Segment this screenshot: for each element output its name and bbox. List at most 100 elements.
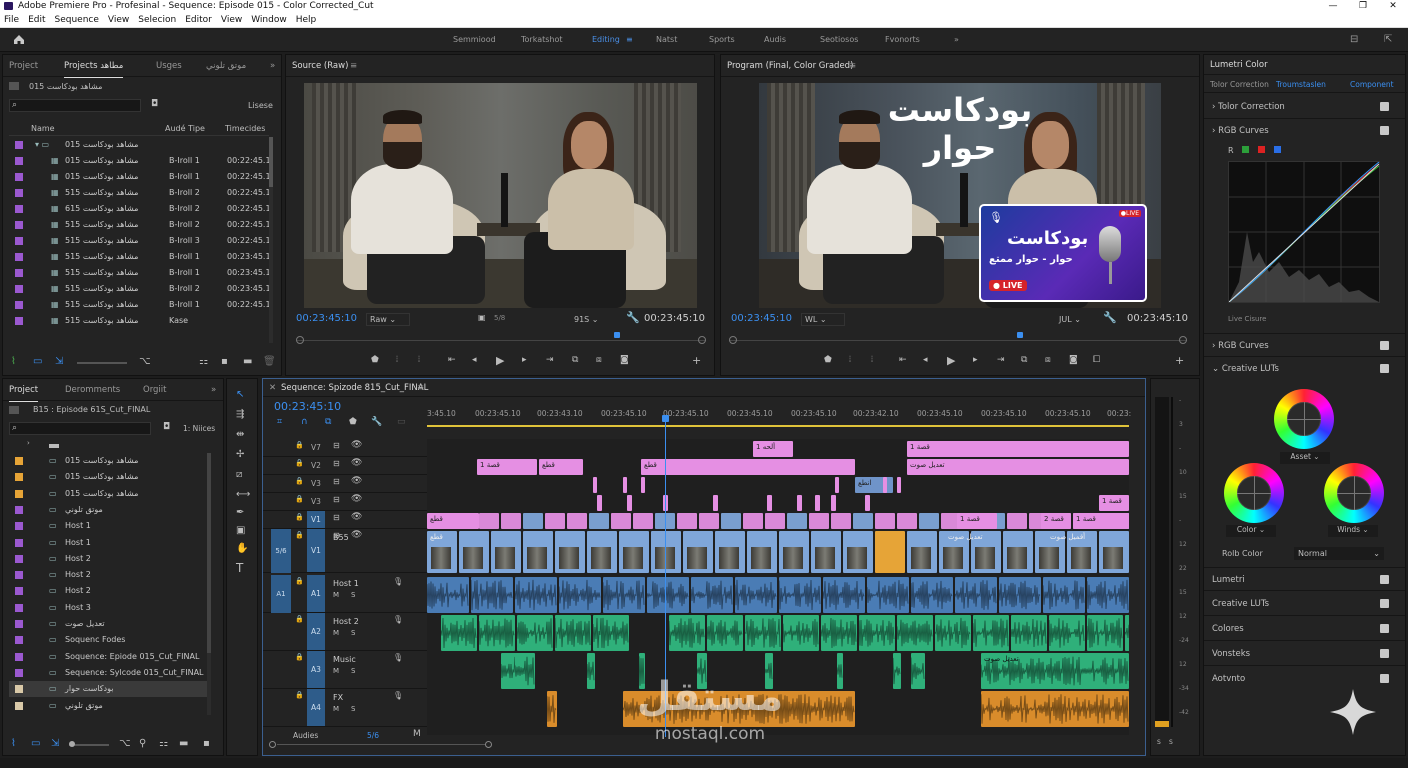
section-rgb-curves[interactable]: › RGB Curves: [1204, 119, 1405, 143]
lock-icon[interactable]: 🔒: [295, 615, 304, 623]
program-monitor-title[interactable]: Program (Final, Color Graded): [727, 55, 853, 77]
sort-label[interactable]: Lisese: [248, 101, 273, 110]
track-target[interactable]: A4: [307, 689, 325, 726]
captions-icon[interactable]: ▭: [397, 417, 406, 427]
workspace-tab-editing[interactable]: Editing: [592, 28, 620, 52]
audio-clip-host2[interactable]: [555, 615, 591, 651]
sync-lock-icon[interactable]: ⊟: [333, 495, 340, 504]
audio-clip-music[interactable]: تعديل صوت: [981, 653, 1129, 689]
project-search-input[interactable]: ⌕: [9, 99, 141, 112]
workspace-tab-8[interactable]: Fvonorts: [885, 28, 920, 52]
audio-clip-host1[interactable]: [955, 577, 997, 613]
title-clip-small[interactable]: [593, 477, 597, 493]
project2-search-input[interactable]: ⌕: [9, 422, 151, 435]
lumetri-tab-3[interactable]: Component: [1350, 80, 1394, 89]
title-clip[interactable]: تعديل صوت: [907, 459, 1129, 475]
source-step-back-icon[interactable]: ◂: [472, 355, 477, 365]
source-in-icon[interactable]: ⦙: [396, 355, 398, 365]
v1-clip[interactable]: [677, 513, 697, 529]
solo-button[interactable]: S: [351, 629, 355, 637]
project2-row[interactable]: ▭ موتق تلوني: [9, 698, 207, 714]
sync-lock-icon[interactable]: ⊟: [333, 513, 340, 522]
source-playhead[interactable]: [614, 332, 620, 338]
program-play-button[interactable]: ▶: [947, 354, 955, 367]
audio-clip-host2[interactable]: [1049, 615, 1085, 651]
source-settings-icon[interactable]: 🔧: [626, 311, 640, 324]
tab-projects-bin[interactable]: Projects مطاهد: [64, 55, 124, 78]
project2-row[interactable]: ▭ Host 3: [9, 600, 207, 616]
lumetri-title[interactable]: Lumetri Color: [1210, 55, 1268, 75]
project-row[interactable]: ▦ مشاهد بودكاست 515 B-Iroll 2 00:22:45.1: [9, 217, 269, 233]
audio-clip-music[interactable]: [639, 653, 645, 689]
automate2-icon[interactable]: ⚏: [159, 738, 168, 749]
timeline-zoom-scrollbar[interactable]: [269, 741, 492, 749]
menu-window[interactable]: Window: [251, 15, 287, 25]
v1-clip[interactable]: قصة 1: [957, 513, 997, 529]
panel2-overflow-icon[interactable]: »: [211, 379, 216, 401]
audio-clip-host1[interactable]: [999, 577, 1041, 613]
v1-clip[interactable]: [765, 513, 785, 529]
v1-clip[interactable]: [589, 513, 609, 529]
v1-clip[interactable]: [743, 513, 763, 529]
add-marker-icon[interactable]: ⬟: [349, 417, 357, 427]
menu-editor[interactable]: Editor: [185, 15, 212, 25]
v1-clip[interactable]: قطع: [427, 513, 479, 529]
project2-row[interactable]: ▭ Host 2: [9, 551, 207, 567]
v1-clip[interactable]: [479, 513, 499, 529]
zoom-slider[interactable]: [77, 362, 127, 364]
project-row[interactable]: ▦ مشاهد بودكاست 515 B-Iroll 1 00:23:45.1: [9, 265, 269, 281]
sort2-icon[interactable]: ⌥: [119, 738, 131, 749]
find2-icon[interactable]: ⚲: [139, 738, 146, 749]
wheel-left-dropdown[interactable]: Color ⌄: [1226, 525, 1276, 537]
project-row[interactable]: ▾ ▭ مشاهد بودكاست 015: [9, 137, 269, 153]
video-clip[interactable]: [843, 531, 873, 573]
program-res-dropdown[interactable]: JUL ⌄: [1059, 313, 1099, 326]
sync-lock-icon[interactable]: ⊟: [333, 477, 340, 486]
program-playhead[interactable]: [1017, 332, 1023, 338]
source-scrubber[interactable]: [296, 332, 706, 345]
audio-clip-host2[interactable]: [707, 615, 743, 651]
source-marker-icon[interactable]: ⬟: [371, 355, 379, 365]
razor-tool-icon[interactable]: ✢: [236, 449, 244, 460]
project-row[interactable]: ▦ مشاهد بودكاست 615 B-Iroll 2 00:22:45.1: [9, 201, 269, 217]
project2-row[interactable]: ▭ Soquenc Fodes: [9, 632, 207, 648]
new-bin-footer-icon[interactable]: ▬: [243, 356, 252, 367]
slip-tool-icon[interactable]: ⧄: [236, 469, 242, 480]
selection-tool-icon[interactable]: ↖: [236, 389, 244, 400]
meter-solo-label-2[interactable]: S: [1169, 739, 1173, 746]
workspace-tab-7[interactable]: Seotiosos: [820, 28, 858, 52]
aotvnto-checkbox[interactable]: [1380, 674, 1389, 683]
rgb-curve-graph[interactable]: [1228, 161, 1380, 303]
section-creative-luts-2[interactable]: Creative LUTs: [1204, 592, 1405, 616]
workspace-overflow-icon[interactable]: »: [954, 28, 959, 52]
program-menu-icon[interactable]: ≡: [849, 55, 856, 77]
v1-clip[interactable]: [545, 513, 565, 529]
audio-clip-host1[interactable]: [867, 577, 909, 613]
new-item-icon[interactable]: ▪: [221, 356, 228, 367]
video-clip[interactable]: [491, 531, 521, 573]
menu-edit[interactable]: Edit: [28, 15, 45, 25]
lock-icon[interactable]: 🔒: [295, 441, 304, 449]
timeline-sequence-title[interactable]: Sequence: Spizode 815_Cut_FINAL: [281, 379, 428, 397]
mute-button[interactable]: M: [333, 705, 339, 713]
solo-button[interactable]: S: [351, 705, 355, 713]
col-timecode[interactable]: Timecides: [225, 124, 265, 133]
title-clip[interactable]: ألحه 1: [753, 441, 793, 457]
source-timecode[interactable]: 00:23:45:10: [296, 313, 357, 324]
track-area[interactable]: ألحه 1 قصة 1 قصة 1 قطع قطع تعديل صوت انطع قصة 1…: [427, 439, 1129, 735]
video-clip[interactable]: [747, 531, 777, 573]
lock-icon[interactable]: 🔒: [295, 653, 304, 661]
color-wheel-left[interactable]: [1224, 463, 1284, 523]
audio-clip-host1[interactable]: [603, 577, 645, 613]
tab-deromments[interactable]: Deromments: [65, 379, 120, 401]
menu-help[interactable]: Help: [296, 15, 317, 25]
title-clip[interactable]: قطع: [641, 459, 855, 475]
project-scrollbar[interactable]: [269, 137, 273, 343]
audio-clip-host2[interactable]: [745, 615, 781, 651]
type-tool-icon[interactable]: T: [236, 561, 243, 575]
sync-lock-icon[interactable]: ⊟: [333, 459, 340, 468]
v1-clip[interactable]: [809, 513, 829, 529]
zoom-slider-2[interactable]: [69, 741, 109, 747]
program-timecode[interactable]: 00:23:45:10: [731, 313, 792, 324]
track-target[interactable]: A3: [307, 651, 325, 688]
